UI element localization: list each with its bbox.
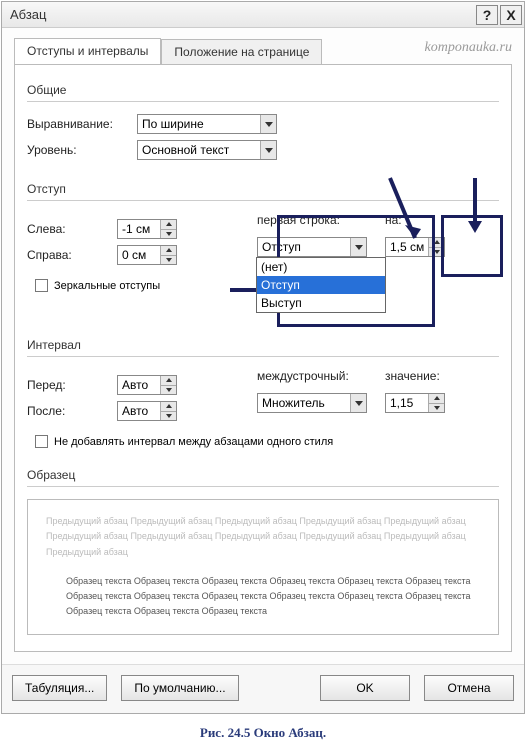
chevron-down-icon[interactable] (350, 394, 366, 412)
spinner-down-icon[interactable] (161, 412, 176, 421)
chevron-down-icon[interactable] (260, 115, 276, 133)
checkbox-box-icon[interactable] (35, 279, 48, 292)
spinner-up-icon[interactable] (161, 220, 176, 230)
tab-panel: Общие Выравнивание: Уровень: Отступ (14, 64, 512, 652)
watermark: komponauka.ru (425, 40, 513, 56)
spinner-up-icon[interactable] (429, 394, 444, 404)
cancel-button[interactable]: Отмена (424, 675, 514, 701)
preview-box: Предыдущий абзац Предыдущий абзац Предыд… (27, 499, 499, 635)
label-level: Уровень: (27, 143, 137, 157)
label-left: Слева: (27, 222, 117, 236)
tab-position[interactable]: Положение на странице (161, 39, 322, 65)
after-spinner[interactable] (117, 401, 177, 421)
preview-prev-para: Предыдущий абзац Предыдущий абзац Предыд… (46, 514, 480, 560)
by-spinner[interactable] (385, 237, 445, 257)
level-input[interactable] (137, 140, 277, 160)
spinner-up-icon[interactable] (161, 402, 176, 412)
first-line-combo[interactable]: (нет) Отступ Выступ (257, 237, 367, 257)
option-indent[interactable]: Отступ (257, 276, 385, 294)
checkbox-box-icon[interactable] (35, 435, 48, 448)
no-space-checkbox[interactable]: Не добавлять интервал между абзацами одн… (35, 435, 333, 448)
alignment-combo[interactable] (137, 114, 277, 134)
spinner-down-icon[interactable] (161, 386, 176, 395)
section-general: Общие (27, 83, 499, 97)
label-line-spacing: междустрочный: (257, 369, 367, 383)
spinner-up-icon[interactable] (429, 238, 444, 248)
spinner-down-icon[interactable] (429, 404, 444, 413)
close-button[interactable]: X (500, 5, 522, 25)
option-none[interactable]: (нет) (257, 258, 385, 276)
spinner-up-icon[interactable] (161, 376, 176, 386)
first-line-dropdown: (нет) Отступ Выступ (256, 257, 386, 313)
tabs-button[interactable]: Табуляция... (12, 675, 107, 701)
option-outdent[interactable]: Выступ (257, 294, 385, 312)
mirror-checkbox[interactable]: Зеркальные отступы (35, 279, 160, 292)
alignment-input[interactable] (137, 114, 277, 134)
value-spinner[interactable] (385, 393, 445, 413)
titlebar: Абзац ? X (2, 2, 524, 28)
button-bar: Табуляция... По умолчанию... OK Отмена (2, 664, 524, 713)
spinner-down-icon[interactable] (161, 230, 176, 239)
chevron-down-icon[interactable] (260, 141, 276, 159)
left-spinner[interactable] (117, 219, 177, 239)
label-value: значение: (385, 369, 445, 383)
tab-indents[interactable]: Отступы и интервалы (14, 38, 161, 65)
level-combo[interactable] (137, 140, 277, 160)
label-no-space: Не добавлять интервал между абзацами одн… (54, 436, 333, 448)
line-spacing-combo[interactable] (257, 393, 367, 413)
label-first-line: первая строка: (257, 213, 367, 227)
spinner-down-icon[interactable] (429, 248, 444, 257)
figure-caption: Рис. 24.5 Окно Абзац. (0, 715, 526, 751)
label-alignment: Выравнивание: (27, 117, 137, 131)
paragraph-dialog: Абзац ? X komponauka.ru Отступы и интерв… (1, 1, 525, 714)
section-preview: Образец (27, 468, 499, 482)
chevron-down-icon[interactable] (350, 238, 366, 256)
label-by: на: (385, 213, 445, 227)
preview-sample: Образец текста Образец текста Образец те… (46, 574, 480, 620)
default-button[interactable]: По умолчанию... (121, 675, 238, 701)
ok-button[interactable]: OK (320, 675, 410, 701)
label-before: Перед: (27, 378, 117, 392)
help-button[interactable]: ? (476, 5, 498, 25)
right-spinner[interactable] (117, 245, 177, 265)
label-after: После: (27, 404, 117, 418)
label-mirror: Зеркальные отступы (54, 280, 160, 292)
section-spacing: Интервал (27, 338, 499, 352)
spinner-up-icon[interactable] (161, 246, 176, 256)
spinner-down-icon[interactable] (161, 256, 176, 265)
before-spinner[interactable] (117, 375, 177, 395)
section-indent: Отступ (27, 182, 499, 196)
dialog-title: Абзац (10, 7, 476, 22)
label-right: Справа: (27, 248, 117, 262)
